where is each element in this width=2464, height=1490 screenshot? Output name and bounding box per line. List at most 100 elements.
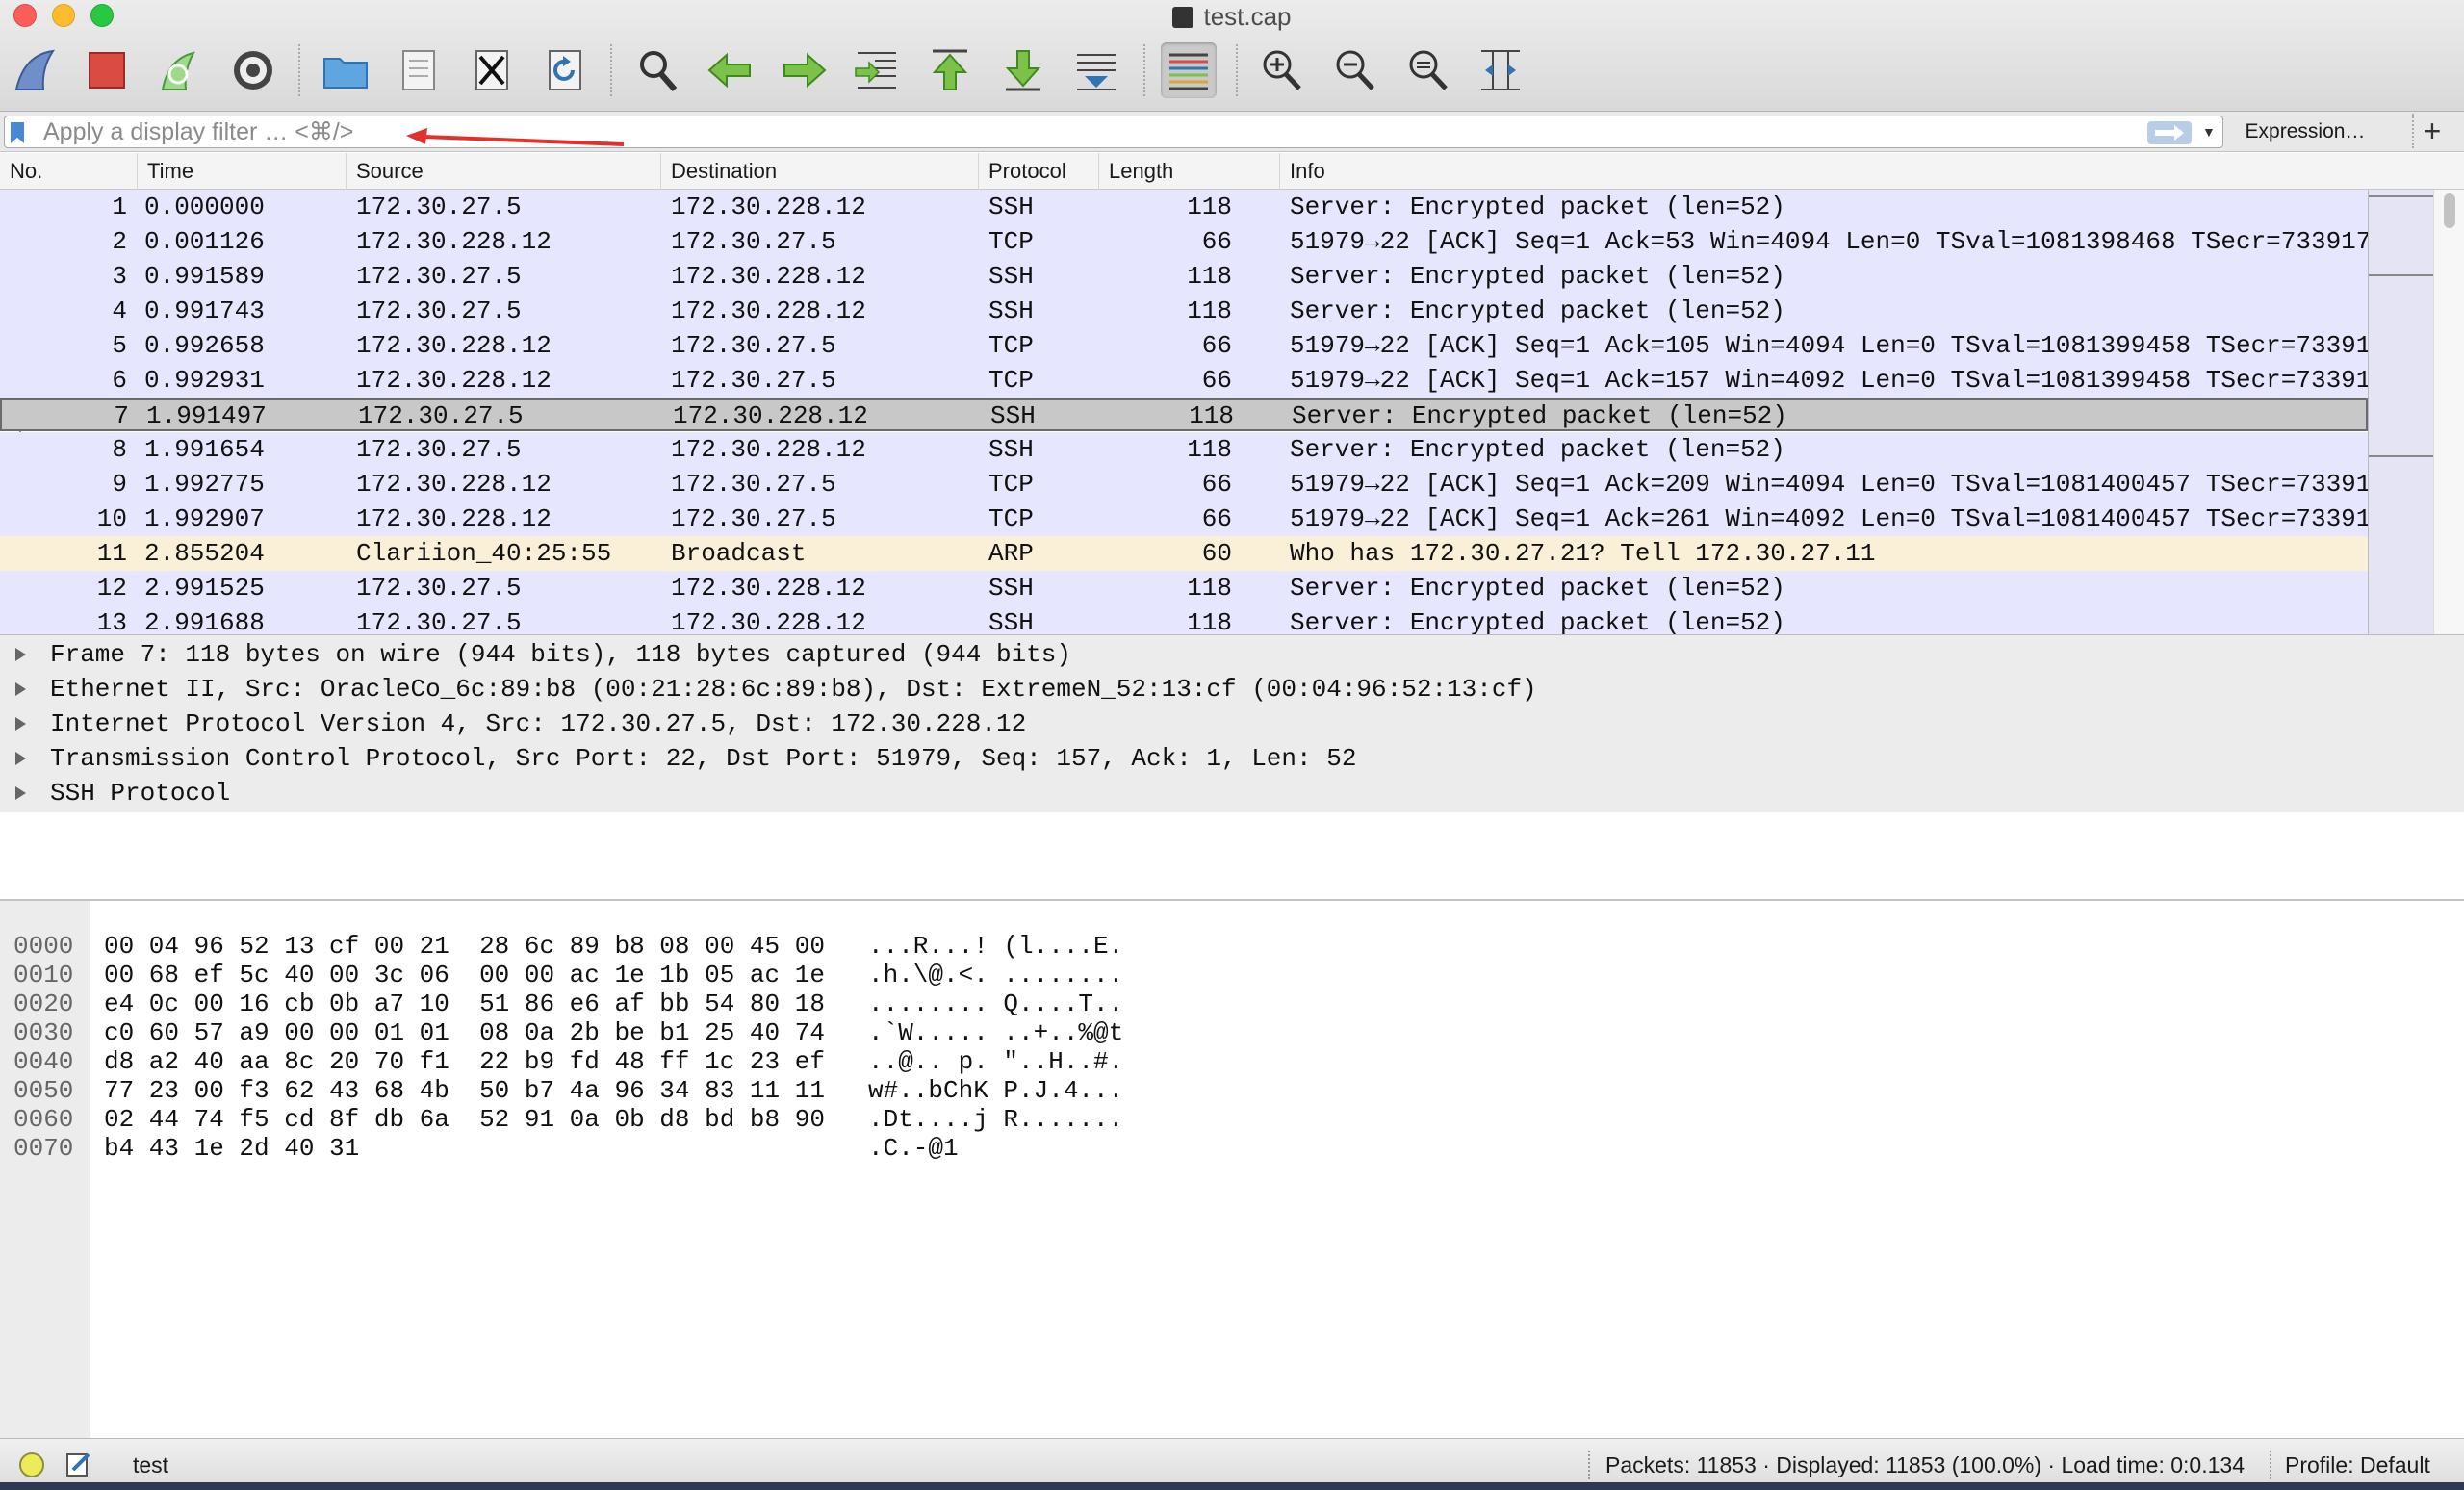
expand-triangle-icon[interactable] bbox=[15, 682, 26, 696]
scrollbar-thumb[interactable] bbox=[2444, 193, 2455, 228]
packet-time: 1.992775 bbox=[144, 470, 265, 499]
toolbar-separator bbox=[298, 44, 300, 96]
apply-filter-icon[interactable] bbox=[2147, 121, 2192, 144]
packet-number: 4 bbox=[112, 296, 127, 325]
packet-info: Server: Encrypted packet (len=52) bbox=[1290, 262, 1785, 291]
packet-destination: 172.30.228.12 bbox=[671, 296, 866, 325]
packet-time: 0.991589 bbox=[144, 262, 265, 291]
autoscroll-icon[interactable] bbox=[1068, 42, 1124, 98]
detail-row-ethernet[interactable]: Ethernet II, Src: OracleCo_6c:89:b8 (00:… bbox=[0, 672, 2464, 706]
zoom-in-icon[interactable] bbox=[1253, 42, 1309, 98]
reload-file-icon[interactable] bbox=[537, 42, 593, 98]
packet-number: 11 bbox=[96, 539, 127, 568]
bytes-row: 0060 02 44 74 f5 cd 8f db 6a 52 91 0a 0b … bbox=[13, 1105, 1124, 1134]
column-header-protocol[interactable]: Protocol bbox=[979, 153, 1099, 190]
packet-number: 5 bbox=[112, 331, 127, 360]
go-back-icon[interactable] bbox=[703, 42, 758, 98]
packet-bytes-pane[interactable]: 0000 00 04 96 52 13 cf 00 21 28 6c 89 b8 … bbox=[0, 899, 2464, 1440]
packet-row[interactable]: 2 0.001126 172.30.228.12 172.30.27.5 TCP 66 51… bbox=[0, 224, 2368, 259]
expand-triangle-icon[interactable] bbox=[15, 648, 26, 661]
open-file-icon[interactable] bbox=[318, 42, 373, 98]
packet-minimap[interactable] bbox=[2368, 190, 2434, 634]
add-filter-button[interactable]: + bbox=[2412, 114, 2451, 148]
column-header-length[interactable]: Length bbox=[1099, 153, 1280, 190]
go-first-icon[interactable] bbox=[922, 42, 978, 98]
packet-number: 12 bbox=[96, 574, 127, 603]
detail-row-ip[interactable]: Internet Protocol Version 4, Src: 172.30… bbox=[0, 706, 2464, 741]
packet-info: Who has 172.30.27.21? Tell 172.30.27.11 bbox=[1290, 539, 1876, 568]
display-filter-bar: ▼ Expression… + bbox=[0, 112, 2464, 152]
filter-bookmark-icon[interactable] bbox=[11, 122, 24, 143]
column-header-destination[interactable]: Destination bbox=[661, 153, 979, 190]
find-packet-icon[interactable] bbox=[629, 42, 685, 98]
display-filter-input[interactable] bbox=[43, 118, 2122, 145]
expand-triangle-icon[interactable] bbox=[15, 717, 26, 731]
toolbar-separator bbox=[1143, 44, 1145, 96]
start-capture-icon[interactable] bbox=[8, 42, 64, 98]
packet-source: 172.30.228.12 bbox=[356, 470, 552, 499]
detail-row-ssh[interactable]: SSH Protocol bbox=[0, 776, 2464, 810]
packet-length: 66 bbox=[1201, 227, 1232, 256]
zoom-normal-icon[interactable] bbox=[1399, 42, 1455, 98]
stop-capture-icon[interactable] bbox=[79, 42, 135, 98]
packet-length: 118 bbox=[1187, 193, 1232, 221]
packet-info: Server: Encrypted packet (len=52) bbox=[1290, 435, 1785, 464]
packet-length: 118 bbox=[1187, 435, 1232, 464]
save-file-icon[interactable] bbox=[391, 42, 447, 98]
packet-row[interactable]: 13 2.991688 172.30.27.5 172.30.228.12 SSH 118… bbox=[0, 605, 2368, 634]
minimap-marker bbox=[2369, 455, 2434, 457]
packet-source: 172.30.27.5 bbox=[356, 193, 522, 221]
packet-row[interactable]: 12 2.991525 172.30.27.5 172.30.228.12 SSH 118… bbox=[0, 571, 2368, 605]
detail-row-frame[interactable]: Frame 7: 118 bytes on wire (944 bits), 1… bbox=[0, 637, 2464, 672]
packet-list-scrollbar[interactable] bbox=[2433, 190, 2464, 634]
expression-button[interactable]: Expression… bbox=[2233, 116, 2377, 148]
document-icon bbox=[1172, 7, 1194, 28]
packet-row[interactable]: 7 1.991497 172.30.27.5 172.30.228.12 SSH 118 S… bbox=[0, 398, 2368, 431]
capture-options-icon[interactable] bbox=[225, 42, 281, 98]
column-header-time[interactable]: Time bbox=[138, 153, 346, 190]
go-last-icon[interactable] bbox=[995, 42, 1051, 98]
packet-info: Server: Encrypted packet (len=52) bbox=[1290, 296, 1785, 325]
display-filter-box: ▼ bbox=[4, 116, 2223, 148]
packet-list-header: No. Time Source Destination Protocol Len… bbox=[0, 153, 2464, 190]
packet-row[interactable]: 10 1.992907 172.30.228.12 172.30.27.5 TCP 66 5… bbox=[0, 501, 2368, 536]
expand-triangle-icon[interactable] bbox=[15, 752, 26, 765]
bytes-row: 0010 00 68 ef 5c 40 00 3c 06 00 00 ac 1e … bbox=[13, 961, 1124, 989]
packet-row[interactable]: 11 2.855204 Clariion_40:25:55 Broadcast ARP 6… bbox=[0, 536, 2368, 571]
detail-row-tcp[interactable]: Transmission Control Protocol, Src Port:… bbox=[0, 741, 2464, 776]
packet-row[interactable]: 3 0.991589 172.30.27.5 172.30.228.12 SSH 118 S… bbox=[0, 259, 2368, 294]
go-forward-icon[interactable] bbox=[776, 42, 832, 98]
packet-row[interactable]: 9 1.992775 172.30.228.12 172.30.27.5 TCP 66 51… bbox=[0, 467, 2368, 501]
bytes-row: 0070 b4 43 1e 2d 40 31 .C.-@1 bbox=[13, 1134, 959, 1163]
packet-source: 172.30.228.12 bbox=[356, 227, 552, 256]
colorize-icon[interactable] bbox=[1161, 42, 1217, 98]
resize-columns-icon[interactable] bbox=[1473, 42, 1528, 98]
go-to-packet-icon[interactable] bbox=[849, 42, 905, 98]
packet-destination: 172.30.27.5 bbox=[671, 504, 836, 533]
packet-details-pane: Frame 7: 118 bytes on wire (944 bits), 1… bbox=[0, 634, 2464, 899]
column-header-no[interactable]: No. bbox=[0, 153, 138, 190]
column-header-info[interactable]: Info bbox=[1280, 153, 2464, 190]
packet-list[interactable]: 1 0.000000 172.30.27.5 172.30.228.12 SSH 118 S… bbox=[0, 190, 2368, 634]
packet-row[interactable]: 8 1.991654 172.30.27.5 172.30.228.12 SSH 118 S… bbox=[0, 432, 2368, 467]
packet-source: Clariion_40:25:55 bbox=[356, 539, 612, 568]
status-separator bbox=[2270, 1451, 2272, 1479]
packet-destination: 172.30.228.12 bbox=[673, 401, 868, 430]
expand-triangle-icon[interactable] bbox=[15, 786, 26, 800]
bytes-row: 0030 c0 60 57 a9 00 00 01 01 08 0a 2b be … bbox=[13, 1018, 1124, 1047]
packet-length: 66 bbox=[1201, 470, 1232, 499]
restart-capture-icon[interactable] bbox=[152, 42, 208, 98]
minimap-marker bbox=[2369, 274, 2434, 276]
packet-row[interactable]: 1 0.000000 172.30.27.5 172.30.228.12 SSH 118 S… bbox=[0, 190, 2368, 224]
column-header-source[interactable]: Source bbox=[346, 153, 661, 190]
filter-history-chevron-down-icon[interactable]: ▼ bbox=[2202, 124, 2218, 140]
packet-row[interactable]: 6 0.992931 172.30.228.12 172.30.27.5 TCP 66 51… bbox=[0, 363, 2368, 398]
expert-info-icon[interactable] bbox=[19, 1452, 44, 1477]
close-file-icon[interactable] bbox=[464, 42, 520, 98]
packet-destination: 172.30.27.5 bbox=[671, 470, 836, 499]
zoom-out-icon[interactable] bbox=[1326, 42, 1382, 98]
packet-row[interactable]: 5 0.992658 172.30.228.12 172.30.27.5 TCP 66 51… bbox=[0, 328, 2368, 363]
capture-comment-icon[interactable] bbox=[65, 1451, 92, 1477]
packet-time: 2.991525 bbox=[144, 574, 265, 603]
packet-row[interactable]: 4 0.991743 172.30.27.5 172.30.228.12 SSH 118 S… bbox=[0, 294, 2368, 328]
